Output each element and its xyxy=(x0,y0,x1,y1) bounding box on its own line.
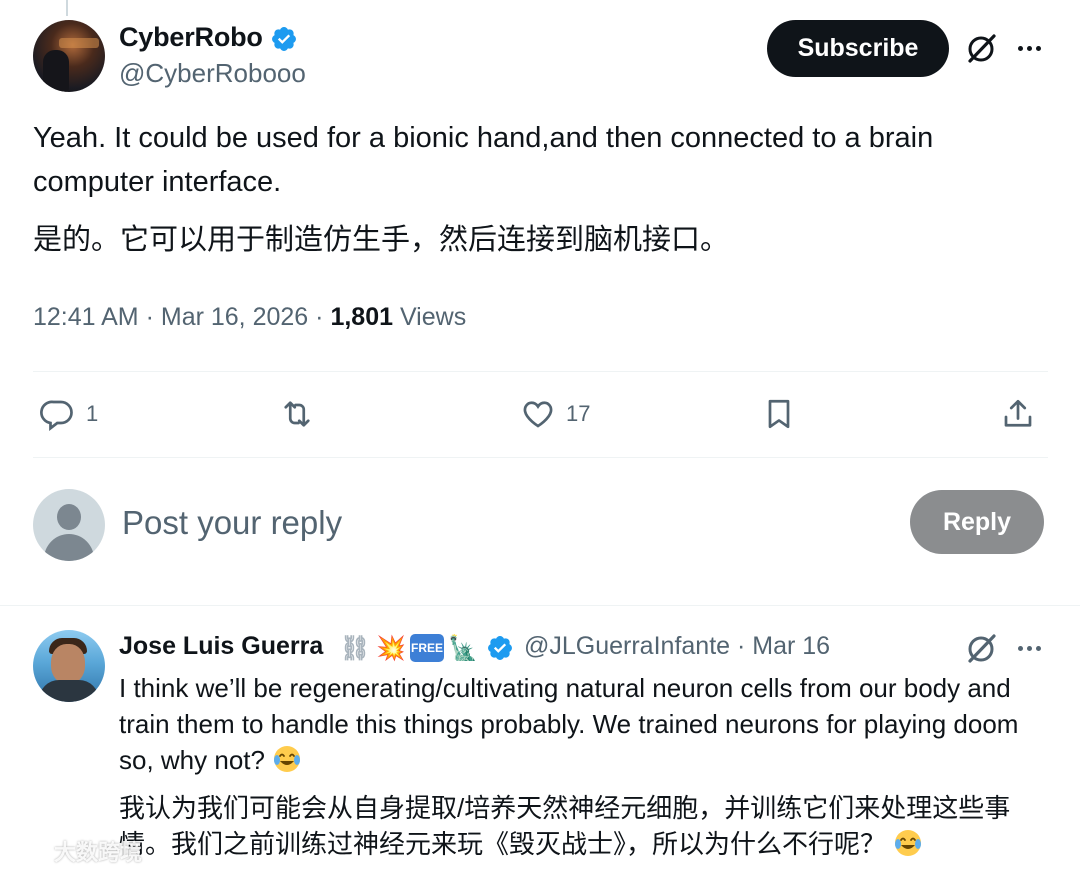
avatar-shirt xyxy=(39,680,99,702)
watermark-logo-icon xyxy=(8,840,50,860)
post-text-chinese: 是的。它可以用于制造仿生手，然后连接到脑机接口。 xyxy=(33,224,730,256)
heart-icon xyxy=(523,401,553,428)
bookmark-action[interactable] xyxy=(761,393,797,435)
collision-emoji-icon: 💥 xyxy=(376,634,406,662)
meta-separator: · xyxy=(145,303,161,331)
views-count[interactable]: 1,801 xyxy=(330,303,393,331)
avatar-default-head xyxy=(57,504,81,530)
divider-bottom xyxy=(33,457,1048,458)
share-action[interactable] xyxy=(1000,393,1036,435)
tweet-detail-page: CyberRobo @CyberRobooo Subscribe Yeah. I… xyxy=(0,0,1080,872)
reply-button[interactable]: Reply xyxy=(910,490,1044,554)
reply-icon xyxy=(40,400,73,432)
grok-icon[interactable] xyxy=(964,632,998,666)
more-options-icon[interactable] xyxy=(1013,33,1045,63)
tears-of-joy-emoji-icon xyxy=(274,746,301,772)
share-icon xyxy=(1004,399,1032,427)
like-action[interactable]: 17 xyxy=(520,393,590,435)
post-time[interactable]: 12:41 AM xyxy=(33,303,139,331)
chain-emoji-icon: ⛓ xyxy=(339,634,371,662)
meta-separator: · xyxy=(315,303,331,331)
watermark: 大数跨境 xyxy=(6,835,142,867)
repost-action[interactable] xyxy=(279,393,325,435)
avatar-figure xyxy=(43,50,69,92)
more-options-icon[interactable] xyxy=(1013,633,1045,663)
bookmark-icon xyxy=(768,399,790,429)
post-meta: 12:41 AM · Mar 16, 2026 · 1,801 Views xyxy=(33,303,466,332)
reply-count: 1 xyxy=(86,401,99,426)
avatar-face xyxy=(51,644,85,684)
thread-connector-line xyxy=(66,0,68,16)
views-label[interactable]: Views xyxy=(400,303,466,331)
reply-input[interactable] xyxy=(122,498,882,548)
like-count: 17 xyxy=(566,401,591,426)
free-button-emoji-icon: FREE xyxy=(410,634,444,662)
tears-of-joy-emoji-icon xyxy=(895,830,922,856)
reply-text-cn-body: 我认为我们可能会从自身提取/培养天然神经元细胞，并训练它们来处理这些事情。我们之… xyxy=(119,793,1011,859)
repost-icon xyxy=(284,401,310,427)
verified-badge-icon[interactable] xyxy=(270,25,298,53)
reply-text-english: I think we’ll be regenerating/cultivatin… xyxy=(119,670,1059,778)
avatar-default-body xyxy=(44,534,94,561)
reply-author-name[interactable]: Jose Luis Guerra xyxy=(119,632,323,661)
post-date[interactable]: Mar 16, 2026 xyxy=(161,303,308,331)
author-display-name[interactable]: CyberRobo xyxy=(119,22,263,53)
current-user-avatar[interactable] xyxy=(33,489,105,561)
reply-text-en-body: I think we’ll be regenerating/cultivatin… xyxy=(119,673,1019,775)
reply-author-avatar[interactable] xyxy=(33,630,105,702)
statue-of-liberty-emoji-icon: 🗽 xyxy=(448,634,478,662)
section-separator xyxy=(0,605,1080,606)
verified-badge-icon[interactable] xyxy=(486,634,514,662)
reply-author-handle-date[interactable]: @JLGuerraInfante · Mar 16 xyxy=(524,632,830,661)
name-emoji-row: ⛓ 💥 FREE 🗽 xyxy=(338,631,480,665)
author-handle[interactable]: @CyberRobooo xyxy=(119,58,306,89)
author-avatar[interactable] xyxy=(33,20,105,92)
reply-action[interactable]: 1 xyxy=(40,393,98,435)
reply-text-chinese: 我认为我们可能会从自身提取/培养天然神经元细胞，并训练它们来处理这些事情。我们之… xyxy=(119,790,1059,862)
avatar-neon-sign xyxy=(59,38,99,48)
subscribe-button[interactable]: Subscribe xyxy=(767,20,949,77)
watermark-text: 大数跨境 xyxy=(54,840,143,865)
divider-top xyxy=(33,371,1048,372)
grok-icon[interactable] xyxy=(964,32,998,66)
post-text-english: Yeah. It could be used for a bionic hand… xyxy=(33,122,934,198)
